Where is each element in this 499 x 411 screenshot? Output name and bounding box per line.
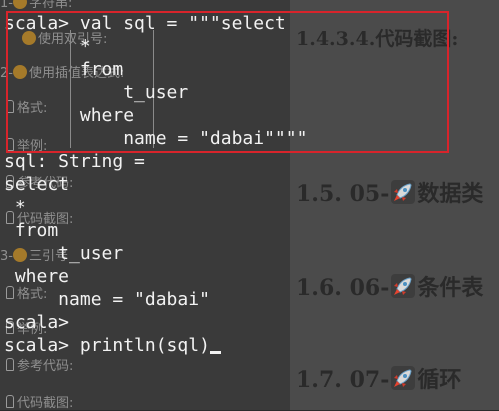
terminal-line: * xyxy=(4,197,26,218)
terminal-line: sql: String = xyxy=(4,151,145,172)
terminal-line: from xyxy=(4,220,59,241)
terminal-line: t_user xyxy=(4,243,124,264)
terminal-line: scala> xyxy=(4,312,70,333)
highlight-box xyxy=(6,11,449,153)
terminal-line: scala> println(sql) xyxy=(4,335,210,356)
terminal-line: where xyxy=(4,266,70,287)
terminal-input-line[interactable]: scala> println(sql) xyxy=(4,334,499,357)
terminal-line: select xyxy=(4,174,70,195)
text-cursor xyxy=(209,351,221,354)
terminal-line: name = "dabai" xyxy=(4,289,210,310)
